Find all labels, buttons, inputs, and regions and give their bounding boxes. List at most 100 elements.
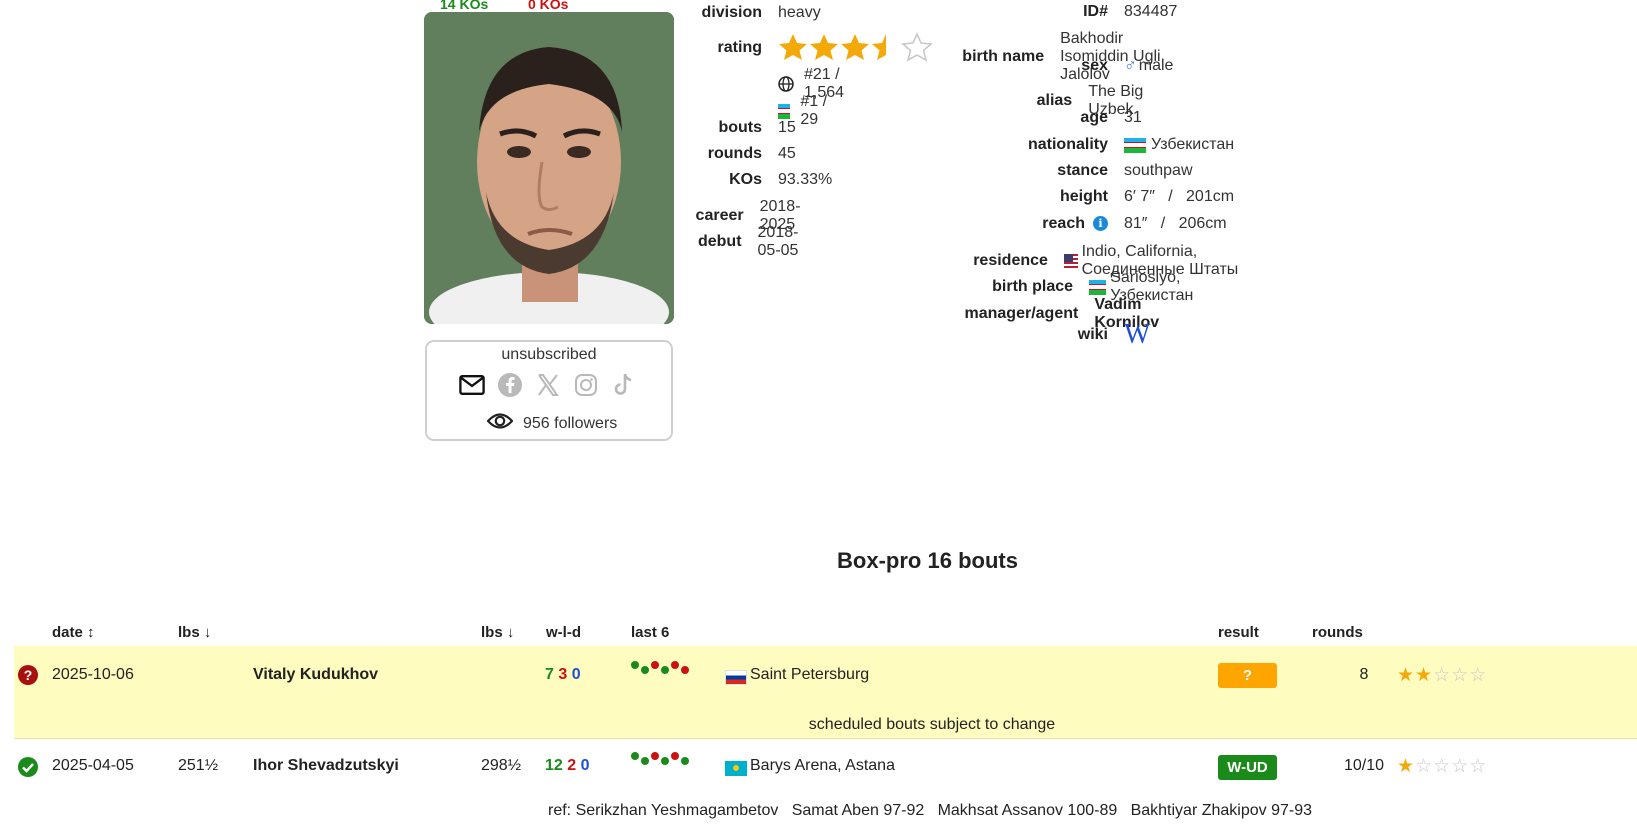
- bout-rating-stars: ★ ☆ ☆ ☆ ☆: [1397, 757, 1486, 776]
- bouts-value: 15: [778, 119, 796, 136]
- row-note: scheduled bouts subject to change: [808, 716, 1056, 733]
- residence-label: residence: [973, 252, 1048, 269]
- bout-location[interactable]: Barys Arena, Astana: [750, 757, 895, 775]
- reach-label: reach: [1042, 215, 1085, 232]
- last6-dot-win: [661, 666, 669, 674]
- star-icon: ★: [1397, 665, 1415, 686]
- bouts-label: bouts: [718, 119, 762, 136]
- last6-dot-loss: [651, 661, 659, 669]
- check-icon: [18, 757, 38, 777]
- eye-icon: [486, 412, 514, 435]
- result-badge: ?: [1218, 663, 1277, 688]
- social-card: unsubscribed 956 followers: [425, 340, 673, 441]
- bout-rating-stars: ★ ★ ☆ ☆ ☆: [1397, 666, 1486, 685]
- star-icon: ☆: [1433, 756, 1451, 777]
- opponent-name[interactable]: Vitaly Kudukhov: [253, 666, 378, 684]
- star-icon: ☆: [1469, 756, 1487, 777]
- header-lbs[interactable]: lbs ↓: [178, 624, 211, 641]
- nationality-value[interactable]: Узбекистан: [1151, 136, 1234, 154]
- opponent-weight: 298½: [481, 757, 522, 774]
- usa-flag-icon: [1063, 253, 1078, 269]
- bout-date[interactable]: 2025-10-06: [52, 666, 134, 684]
- last6-dot-win: [641, 666, 649, 674]
- facebook-icon[interactable]: [497, 372, 523, 398]
- kazakhstan-flag-icon: [725, 761, 747, 776]
- wikipedia-icon[interactable]: W: [1124, 321, 1150, 349]
- question-icon: ?: [18, 665, 38, 685]
- rounds-label: rounds: [707, 145, 762, 162]
- height-value: 6′ 7″ / 201cm: [1124, 188, 1235, 205]
- star-icon: ☆: [1415, 756, 1433, 777]
- info-icon[interactable]: i: [1093, 216, 1108, 232]
- bout-date[interactable]: 2025-04-05: [52, 757, 134, 775]
- height-label: height: [1060, 188, 1108, 205]
- last6-dot-loss: [681, 666, 689, 674]
- sex-value: male: [1138, 57, 1174, 74]
- nationality-label: nationality: [1027, 136, 1108, 153]
- tiktok-icon[interactable]: [611, 372, 637, 398]
- result-badge: W-UD: [1218, 755, 1277, 780]
- wiki-label: wiki: [1077, 326, 1108, 343]
- followers-count: 956 followers: [523, 414, 618, 432]
- opponent-name[interactable]: Ihor Shevadzutskyi: [253, 757, 399, 775]
- age-label: age: [1080, 109, 1108, 126]
- last6-dot-win: [641, 757, 649, 765]
- star-icon: ★: [1415, 665, 1433, 686]
- header-date[interactable]: date ↕: [52, 624, 95, 641]
- last6-dot-win: [631, 752, 639, 760]
- age-value: 31: [1124, 109, 1142, 126]
- row-note: ref: Serikzhan Yeshmagambetov Samat Aben…: [548, 802, 1312, 819]
- debut-label: debut: [697, 233, 742, 250]
- star-icon: ★: [1397, 756, 1415, 777]
- uzbekistan-flag-icon: [1124, 137, 1146, 153]
- id-value: 834487: [1124, 3, 1178, 20]
- rating-star-1: [779, 34, 807, 60]
- subscription-status[interactable]: unsubscribed: [427, 346, 671, 364]
- rating-stars: [778, 32, 938, 64]
- kos-value: 93.33%: [778, 171, 833, 188]
- sex-label: sex: [1081, 57, 1108, 74]
- rounds-value: 45: [778, 145, 796, 162]
- opponent-record: 7 3 0: [545, 666, 581, 683]
- star-icon: ☆: [1433, 665, 1451, 686]
- birth-place-label: birth place: [992, 278, 1074, 295]
- instagram-icon[interactable]: [573, 372, 599, 398]
- male-icon: ♂: [1124, 56, 1137, 75]
- last6-dot-loss: [671, 752, 679, 760]
- uzbekistan-flag-icon: [778, 103, 791, 119]
- country-rank[interactable]: #1 / 29: [800, 93, 827, 129]
- division-value[interactable]: heavy: [778, 4, 821, 22]
- last6-dot-loss: [651, 752, 659, 760]
- header-rounds: rounds: [1312, 624, 1363, 641]
- table-row[interactable]: ? 2025-10-06 Vitaly Kudukhov 7 3 0 Saint…: [14, 646, 1637, 739]
- uzbekistan-flag-icon: [1089, 279, 1107, 295]
- manager-label: manager/agent: [964, 305, 1079, 322]
- kos-label: KOs: [729, 171, 762, 188]
- last6-dot-win: [661, 757, 669, 765]
- career-label: career: [695, 207, 744, 224]
- kos-won-count: 14 KOs: [440, 0, 489, 12]
- opponent-record: 12 2 0: [545, 757, 590, 774]
- rating-label: rating: [717, 39, 762, 56]
- stance-value: southpaw: [1124, 162, 1193, 179]
- x-icon[interactable]: [535, 372, 561, 398]
- header-last6: last 6: [631, 624, 670, 641]
- russia-flag-icon: [725, 670, 747, 685]
- division-label: division: [701, 4, 762, 21]
- debut-value[interactable]: 2018-05-05: [758, 224, 819, 260]
- header-opponent-lbs[interactable]: lbs ↓: [481, 624, 514, 641]
- globe-icon: [778, 76, 794, 92]
- star-icon: ☆: [1451, 665, 1469, 686]
- kos-lost-count: 0 KOs: [528, 0, 569, 12]
- envelope-icon[interactable]: [459, 372, 485, 398]
- star-icon: ☆: [1451, 756, 1469, 777]
- header-wld: w-l-d: [546, 624, 581, 641]
- last6-dot-win: [631, 661, 639, 669]
- header-result: result: [1218, 624, 1259, 641]
- bout-location[interactable]: Saint Petersburg: [750, 666, 869, 684]
- table-row[interactable]: 2025-04-05 251½ Ihor Shevadzutskyi 298½ …: [14, 740, 1637, 828]
- boxer-weight: 251½: [178, 757, 219, 774]
- bout-rounds: 10/10: [1343, 757, 1385, 774]
- bouts-section-title: Box-pro 16 bouts: [837, 548, 1018, 573]
- alias-label: alias: [1036, 92, 1073, 109]
